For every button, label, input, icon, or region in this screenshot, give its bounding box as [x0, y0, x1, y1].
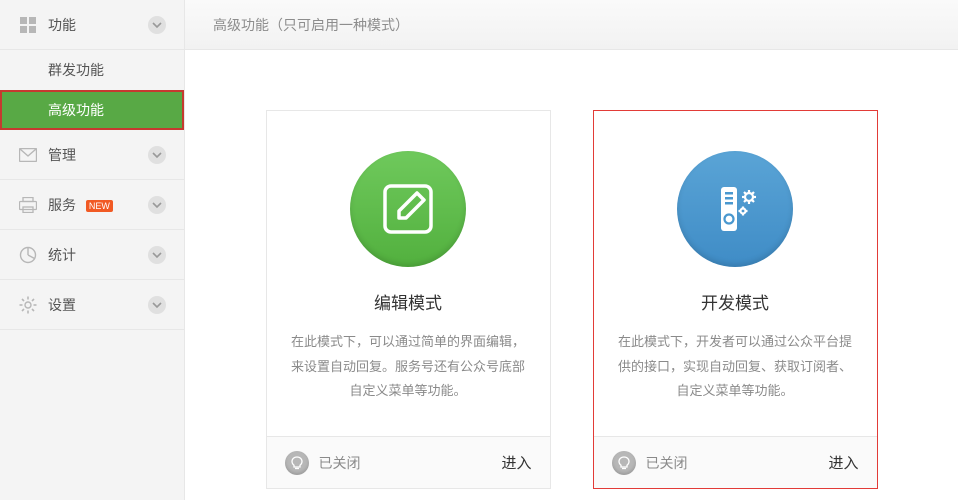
grid-icon — [18, 15, 38, 35]
sidebar: 功能 群发功能 高级功能 管理 — [0, 0, 185, 500]
dev-mode-icon — [677, 151, 793, 267]
chevron-down-icon — [148, 146, 166, 164]
sidebar-item-broadcast[interactable]: 群发功能 — [0, 50, 184, 90]
sidebar-group-features[interactable]: 功能 — [0, 0, 184, 50]
pie-icon — [18, 245, 38, 265]
chevron-down-icon — [148, 196, 166, 214]
status-text: 已关闭 — [646, 453, 829, 473]
enter-button[interactable]: 进入 — [501, 452, 531, 473]
main-content: 高级功能（只可启用一种模式） 编辑模式 在此模式下，可以通过简单的界面编辑，来设… — [185, 0, 958, 500]
sidebar-group-manage[interactable]: 管理 — [0, 130, 184, 180]
sidebar-group-label: 管理 — [48, 145, 148, 165]
card-title: 开发模式 — [616, 289, 855, 314]
new-badge: new — [86, 200, 113, 212]
sidebar-group-stats[interactable]: 统计 — [0, 230, 184, 280]
lightbulb-icon — [612, 451, 636, 475]
sidebar-group-settings[interactable]: 设置 — [0, 280, 184, 330]
page-title: 高级功能（只可启用一种模式） — [185, 0, 958, 50]
card-title: 编辑模式 — [289, 289, 528, 314]
enter-button[interactable]: 进入 — [828, 452, 858, 473]
sidebar-group-service[interactable]: 服务 new — [0, 180, 184, 230]
card-edit-mode: 编辑模式 在此模式下，可以通过简单的界面编辑，来设置自动回复。服务号还有公众号底… — [266, 110, 551, 489]
status-text: 已关闭 — [319, 453, 502, 473]
card-description: 在此模式下，可以通过简单的界面编辑，来设置自动回复。服务号还有公众号底部自定义菜… — [289, 330, 528, 404]
chevron-down-icon — [148, 246, 166, 264]
sidebar-group-label: 功能 — [48, 15, 148, 35]
sidebar-group-label: 统计 — [48, 245, 148, 265]
sidebar-group-label: 服务 new — [48, 195, 148, 215]
lightbulb-icon — [285, 451, 309, 475]
edit-mode-icon — [350, 151, 466, 267]
card-description: 在此模式下，开发者可以通过公众平台提供的接口，实现自动回复、获取订阅者、自定义菜… — [616, 330, 855, 404]
chevron-down-icon — [148, 16, 166, 34]
sidebar-group-label: 设置 — [48, 295, 148, 315]
printer-icon — [18, 195, 38, 215]
mail-icon — [18, 145, 38, 165]
gear-icon — [18, 295, 38, 315]
card-dev-mode: 开发模式 在此模式下，开发者可以通过公众平台提供的接口，实现自动回复、获取订阅者… — [593, 110, 878, 489]
sidebar-item-advanced[interactable]: 高级功能 — [0, 90, 184, 130]
chevron-down-icon — [148, 296, 166, 314]
